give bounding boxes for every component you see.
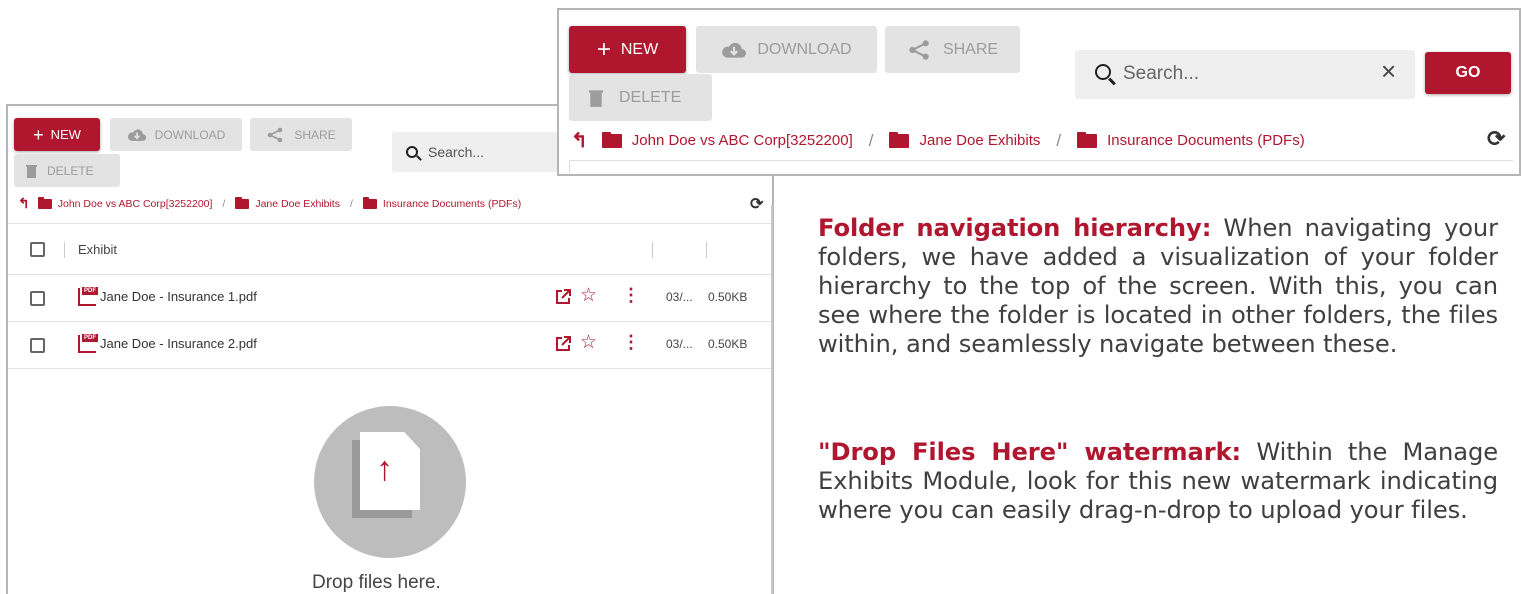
trash-icon <box>26 164 37 178</box>
breadcrumb-item[interactable]: John Doe vs ABC Corp[3252200] <box>632 132 853 149</box>
more-vert-icon[interactable]: ⋮ <box>622 285 640 306</box>
new-button[interactable]: + NEW <box>14 118 100 151</box>
refresh-icon[interactable]: ⟳ <box>750 194 763 214</box>
breadcrumb-item[interactable]: Insurance Documents (PDFs) <box>1107 132 1305 149</box>
row-checkbox[interactable] <box>30 338 45 353</box>
file-size: 0.50KB <box>708 337 748 351</box>
folder-icon <box>601 131 622 148</box>
dropzone-label: Drop files here. <box>312 572 441 593</box>
cloud-download-icon <box>127 128 146 141</box>
select-all-checkbox[interactable] <box>30 242 45 257</box>
folder-icon <box>362 196 377 209</box>
table-row[interactable]: PDF Jane Doe - Insurance 1.pdf ☆ ⋮ 03/..… <box>8 276 772 322</box>
breadcrumb-item[interactable]: John Doe vs ABC Corp[3252200] <box>58 198 213 210</box>
breadcrumb-zoomed: ↰ John Doe vs ABC Corp[3252200] / Jane D… <box>571 128 1305 153</box>
divider <box>771 205 773 594</box>
breadcrumb-item[interactable]: Jane Doe Exhibits <box>919 132 1040 149</box>
pdf-icon: PDF <box>78 287 98 306</box>
file-date: 03/... <box>666 290 693 304</box>
file-name[interactable]: Jane Doe - Insurance 2.pdf <box>100 336 257 351</box>
breadcrumb: ↰ John Doe vs ABC Corp[3252200] / Jane D… <box>18 195 522 212</box>
folder-icon <box>37 196 52 209</box>
up-arrow-icon[interactable]: ↰ <box>18 195 30 212</box>
note-title: Folder navigation hierarchy: <box>818 214 1212 242</box>
share-button-zoomed[interactable]: SHARE <box>885 26 1020 73</box>
breadcrumb-item[interactable]: Insurance Documents (PDFs) <box>383 198 521 210</box>
note-title: "Drop Files Here" watermark: <box>818 438 1242 466</box>
share-button[interactable]: SHARE <box>250 118 352 151</box>
upload-arrow-icon: ↑ <box>376 450 393 488</box>
open-external-icon[interactable] <box>555 336 571 352</box>
plus-icon: + <box>33 124 44 145</box>
pdf-icon: PDF <box>78 334 98 353</box>
star-icon[interactable]: ☆ <box>580 331 597 354</box>
column-header-exhibit: Exhibit <box>78 242 118 257</box>
search-placeholder-small: Search... <box>428 144 485 160</box>
delete-button-zoomed[interactable]: DELETE <box>569 74 712 121</box>
dropzone[interactable]: ↑ Drop files here. <box>8 370 772 594</box>
go-button[interactable]: GO <box>1425 52 1511 94</box>
folder-icon <box>235 196 250 209</box>
note-folder-navigation: Folder navigation hierarchy: When naviga… <box>818 214 1498 359</box>
more-vert-icon[interactable]: ⋮ <box>622 332 640 353</box>
search-field[interactable]: Search... × <box>1075 50 1415 99</box>
share-icon <box>268 127 283 142</box>
table-row[interactable]: PDF Jane Doe - Insurance 2.pdf ☆ ⋮ 03/..… <box>8 323 772 369</box>
open-external-icon[interactable] <box>555 289 571 305</box>
download-button-zoomed[interactable]: DOWNLOAD <box>696 26 877 73</box>
table-header: Exhibit <box>8 223 772 275</box>
folder-icon <box>889 131 910 148</box>
up-arrow-icon[interactable]: ↰ <box>571 128 588 153</box>
star-icon[interactable]: ☆ <box>580 284 597 307</box>
cloud-download-icon <box>722 42 747 58</box>
exhibits-panel-small: + NEW DOWNLOAD SHARE DELETE Search... ↰ … <box>6 104 774 594</box>
search-input[interactable]: Search... <box>1123 63 1199 85</box>
new-button-zoomed[interactable]: + NEW <box>569 26 686 73</box>
refresh-icon[interactable]: ⟳ <box>1487 126 1505 152</box>
close-icon[interactable]: × <box>1381 58 1396 84</box>
file-date: 03/... <box>666 337 693 351</box>
note-drop-files: "Drop Files Here" watermark: Within the … <box>818 438 1498 525</box>
file-name[interactable]: Jane Doe - Insurance 1.pdf <box>100 289 257 304</box>
trash-icon <box>589 89 603 107</box>
share-icon <box>909 39 929 60</box>
folder-icon <box>1077 131 1098 148</box>
download-button[interactable]: DOWNLOAD <box>110 118 242 151</box>
breadcrumb-item[interactable]: Jane Doe Exhibits <box>255 198 340 210</box>
file-size: 0.50KB <box>708 290 748 304</box>
plus-icon: + <box>596 35 611 63</box>
exhibits-panel-zoomed: + NEW DOWNLOAD SHARE DELETE Search... × … <box>557 8 1521 176</box>
delete-button[interactable]: DELETE <box>14 154 120 187</box>
row-checkbox[interactable] <box>30 291 45 306</box>
